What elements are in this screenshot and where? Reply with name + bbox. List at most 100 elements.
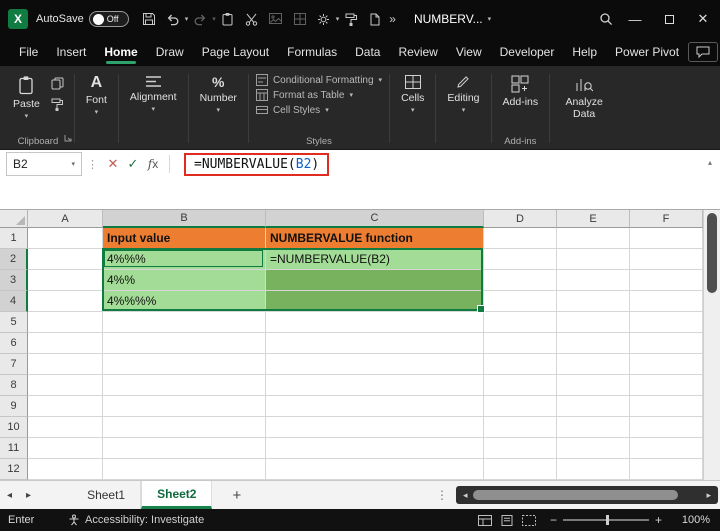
cell-c12[interactable]	[266, 459, 484, 480]
collapse-formula-bar-icon[interactable]: ▴	[708, 158, 712, 167]
autosave-switch-icon[interactable]: Off	[88, 11, 129, 27]
cell-e2[interactable]	[557, 249, 630, 270]
column-header-c[interactable]: C	[266, 210, 484, 228]
cell-d4[interactable]	[484, 291, 557, 312]
cell-b7[interactable]	[103, 354, 266, 375]
sheet-options-icon[interactable]: ⋮	[436, 488, 448, 502]
page-layout-view-button[interactable]	[496, 512, 518, 528]
cell-a8[interactable]	[28, 375, 103, 396]
cell-b5[interactable]	[103, 312, 266, 333]
new-sheet-button[interactable]: +	[232, 487, 241, 504]
menu-item-help[interactable]: Help	[563, 38, 606, 66]
cell-a1[interactable]	[28, 228, 103, 249]
comments-button[interactable]	[688, 42, 719, 62]
row-header-5[interactable]: 5	[0, 312, 28, 333]
cell-f8[interactable]	[630, 375, 703, 396]
select-all-button[interactable]	[0, 210, 28, 228]
menu-item-view[interactable]: View	[447, 38, 491, 66]
row-header-6[interactable]: 6	[0, 333, 28, 354]
row-header-3[interactable]: 3	[0, 270, 28, 291]
zoom-slider-thumb[interactable]	[605, 515, 609, 525]
cell-a9[interactable]	[28, 396, 103, 417]
cell-b10[interactable]	[103, 417, 266, 438]
cell-b8[interactable]	[103, 375, 266, 396]
cell-d6[interactable]	[484, 333, 557, 354]
cell-c7[interactable]	[266, 354, 484, 375]
cell-a4[interactable]	[28, 291, 103, 312]
chevron-down-icon[interactable]: ▾	[212, 16, 216, 23]
cell-f1[interactable]	[630, 228, 703, 249]
picture-icon[interactable]	[264, 6, 288, 32]
cell-d3[interactable]	[484, 270, 557, 291]
menu-item-draw[interactable]: Draw	[147, 38, 193, 66]
cell-b12[interactable]	[103, 459, 266, 480]
cell-c3[interactable]	[266, 270, 484, 291]
sheet-tab-sheet1[interactable]: Sheet1	[72, 481, 142, 509]
row-header-7[interactable]: 7	[0, 354, 28, 375]
cell-f12[interactable]	[630, 459, 703, 480]
cell-f6[interactable]	[630, 333, 703, 354]
insert-function-button[interactable]: fx	[143, 153, 163, 175]
row-header-8[interactable]: 8	[0, 375, 28, 396]
format-painter-button[interactable]	[49, 97, 67, 112]
row-header-10[interactable]: 10	[0, 417, 28, 438]
cell-e7[interactable]	[557, 354, 630, 375]
cell-c2[interactable]: =NUMBERVALUE(B2)	[266, 249, 484, 270]
cell-f4[interactable]	[630, 291, 703, 312]
cell-f10[interactable]	[630, 417, 703, 438]
cell-b2[interactable]: 4%%%	[103, 249, 266, 270]
cell-a7[interactable]	[28, 354, 103, 375]
cell-e8[interactable]	[557, 375, 630, 396]
cell-d5[interactable]	[484, 312, 557, 333]
cell-f11[interactable]	[630, 438, 703, 459]
chevron-down-icon[interactable]: ▾	[71, 161, 75, 168]
cell-b1[interactable]: Input value	[103, 228, 266, 249]
addins-button[interactable]: Add-ins	[499, 72, 543, 111]
autosave-toggle[interactable]: AutoSave Off	[36, 11, 129, 27]
cell-d12[interactable]	[484, 459, 557, 480]
scroll-left-icon[interactable]: ◂	[460, 490, 471, 501]
column-header-b[interactable]: B	[103, 210, 266, 228]
cell-e4[interactable]	[557, 291, 630, 312]
cell-d9[interactable]	[484, 396, 557, 417]
menu-item-data[interactable]: Data	[346, 38, 389, 66]
cell-e1[interactable]	[557, 228, 630, 249]
menu-item-page-layout[interactable]: Page Layout	[193, 38, 278, 66]
page-break-view-button[interactable]	[518, 512, 540, 528]
conditional-formatting-button[interactable]: Conditional Formatting ▾	[255, 74, 382, 86]
cell-d1[interactable]	[484, 228, 557, 249]
cell-f7[interactable]	[630, 354, 703, 375]
enter-button[interactable]: ✓	[123, 153, 143, 175]
cell-c6[interactable]	[266, 333, 484, 354]
cell-d7[interactable]	[484, 354, 557, 375]
accessibility-checker[interactable]: Accessibility: Investigate	[68, 514, 204, 526]
cell-b9[interactable]	[103, 396, 266, 417]
row-header-11[interactable]: 11	[0, 438, 28, 459]
cell-a6[interactable]	[28, 333, 103, 354]
settings-button[interactable]: ▾	[312, 6, 339, 32]
cell-c1[interactable]: NUMBERVALUE function	[266, 228, 484, 249]
cell-a10[interactable]	[28, 417, 103, 438]
cell-e6[interactable]	[557, 333, 630, 354]
save-icon[interactable]	[137, 6, 161, 32]
cells-button[interactable]: Cells ▾	[397, 72, 428, 117]
cell-b3[interactable]: 4%%	[103, 270, 266, 291]
cancel-button[interactable]: ✕	[103, 153, 123, 175]
more-commands-icon[interactable]: »	[389, 12, 396, 26]
cell-d2[interactable]	[484, 249, 557, 270]
cut-icon[interactable]	[240, 6, 264, 32]
zoom-slider[interactable]: − +	[550, 513, 662, 527]
document-title[interactable]: NUMBERV... ▾	[414, 12, 491, 26]
horizontal-scrollbar[interactable]: ◂ ▸	[456, 486, 718, 504]
vertical-scrollbar-thumb[interactable]	[707, 213, 717, 293]
cell-styles-button[interactable]: Cell Styles ▾	[255, 104, 329, 116]
copy-button[interactable]	[49, 76, 67, 91]
cell-b4[interactable]: 4%%%%	[103, 291, 266, 312]
column-header-a[interactable]: A	[28, 210, 103, 228]
cell-c5[interactable]	[266, 312, 484, 333]
cell-f2[interactable]	[630, 249, 703, 270]
document-icon[interactable]	[363, 6, 387, 32]
maximize-button[interactable]	[652, 0, 686, 38]
cell-a12[interactable]	[28, 459, 103, 480]
row-header-4[interactable]: 4	[0, 291, 28, 312]
